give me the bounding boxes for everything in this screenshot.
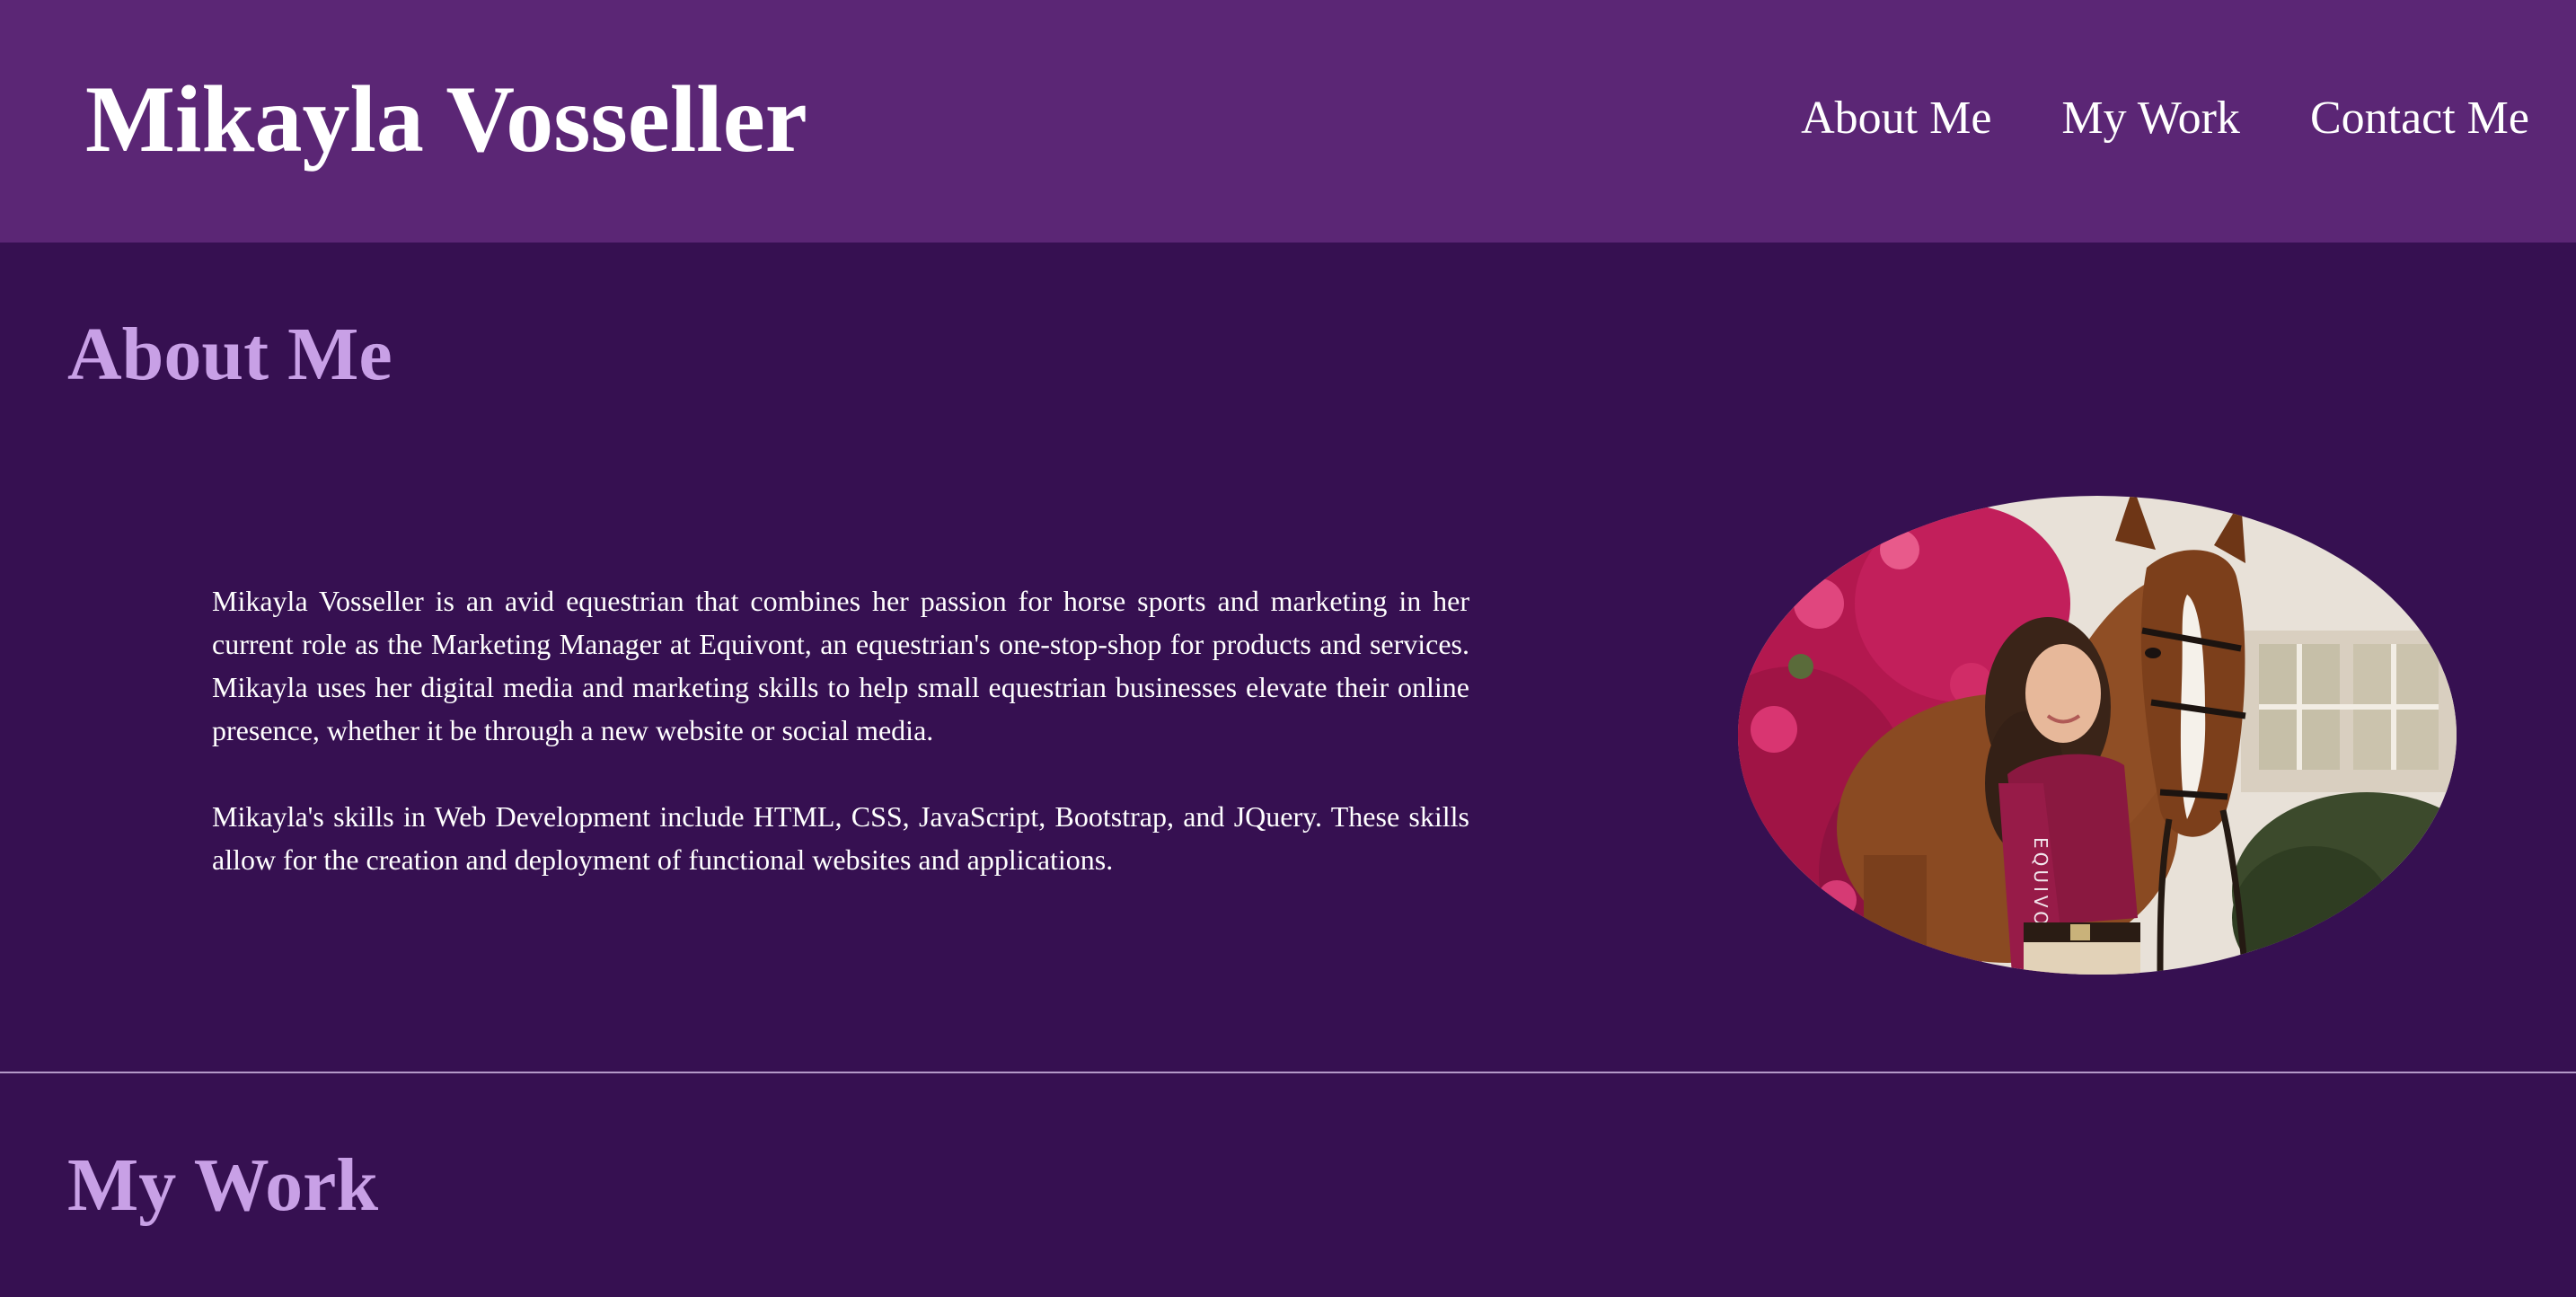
about-paragraph-1: Mikayla Vosseller is an avid equestrian … [212, 585, 1469, 746]
section-divider [0, 1072, 2576, 1073]
main-nav: About Me My Work Contact Me [1801, 90, 2529, 147]
nav-item-contact: Contact Me [2310, 90, 2529, 147]
nav-item-about: About Me [1801, 90, 1991, 147]
about-heading: About Me [67, 313, 393, 396]
profile-photo: EQUIVONT [1738, 496, 2457, 975]
profile-photo-illustration: EQUIVONT [1738, 496, 2457, 975]
about-text: Mikayla Vosseller is an avid equestrian … [212, 579, 1469, 924]
page: Mikayla Vosseller About Me My Work Conta… [0, 0, 2576, 1297]
work-heading: My Work [67, 1143, 379, 1227]
about-paragraph-2: Mikayla's skills in Web Development incl… [212, 800, 1469, 876]
nav-link-about-me[interactable]: About Me [1801, 90, 1991, 147]
site-title: Mikayla Vosseller [85, 66, 807, 172]
site-header: Mikayla Vosseller About Me My Work Conta… [0, 0, 2576, 243]
nav-link-contact-me[interactable]: Contact Me [2310, 90, 2529, 147]
nav-link-my-work[interactable]: My Work [2061, 90, 2240, 147]
nav-item-work: My Work [2061, 90, 2240, 147]
